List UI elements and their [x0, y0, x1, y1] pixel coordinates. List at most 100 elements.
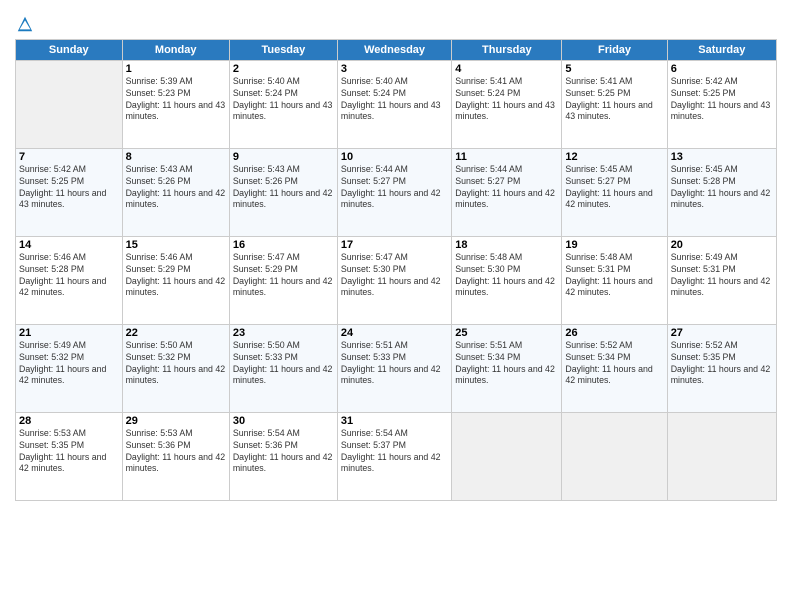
day-number: 31 — [341, 415, 448, 427]
day-info: Sunrise: 5:47 AM Sunset: 5:29 PM Dayligh… — [233, 252, 334, 300]
day-number: 24 — [341, 327, 448, 339]
calendar-cell: 20 Sunrise: 5:49 AM Sunset: 5:31 PM Dayl… — [667, 236, 776, 324]
day-info: Sunrise: 5:42 AM Sunset: 5:25 PM Dayligh… — [19, 164, 119, 212]
day-number: 15 — [126, 239, 226, 251]
calendar-cell: 29 Sunrise: 5:53 AM Sunset: 5:36 PM Dayl… — [122, 412, 229, 500]
day-info: Sunrise: 5:52 AM Sunset: 5:35 PM Dayligh… — [671, 340, 773, 388]
calendar-week-row: 14 Sunrise: 5:46 AM Sunset: 5:28 PM Dayl… — [16, 236, 777, 324]
day-info: Sunrise: 5:48 AM Sunset: 5:30 PM Dayligh… — [455, 252, 558, 300]
calendar-cell: 22 Sunrise: 5:50 AM Sunset: 5:32 PM Dayl… — [122, 324, 229, 412]
day-number: 28 — [19, 415, 119, 427]
day-info: Sunrise: 5:53 AM Sunset: 5:35 PM Dayligh… — [19, 428, 119, 476]
calendar-cell: 4 Sunrise: 5:41 AM Sunset: 5:24 PM Dayli… — [452, 60, 562, 148]
calendar-cell: 5 Sunrise: 5:41 AM Sunset: 5:25 PM Dayli… — [562, 60, 667, 148]
calendar-cell: 7 Sunrise: 5:42 AM Sunset: 5:25 PM Dayli… — [16, 148, 123, 236]
day-number: 6 — [671, 63, 773, 75]
day-info: Sunrise: 5:54 AM Sunset: 5:37 PM Dayligh… — [341, 428, 448, 476]
calendar-cell: 12 Sunrise: 5:45 AM Sunset: 5:27 PM Dayl… — [562, 148, 667, 236]
day-info: Sunrise: 5:44 AM Sunset: 5:27 PM Dayligh… — [455, 164, 558, 212]
calendar-week-row: 21 Sunrise: 5:49 AM Sunset: 5:32 PM Dayl… — [16, 324, 777, 412]
day-info: Sunrise: 5:41 AM Sunset: 5:25 PM Dayligh… — [565, 76, 663, 124]
day-info: Sunrise: 5:44 AM Sunset: 5:27 PM Dayligh… — [341, 164, 448, 212]
day-number: 10 — [341, 151, 448, 163]
day-info: Sunrise: 5:46 AM Sunset: 5:29 PM Dayligh… — [126, 252, 226, 300]
day-number: 22 — [126, 327, 226, 339]
day-info: Sunrise: 5:50 AM Sunset: 5:33 PM Dayligh… — [233, 340, 334, 388]
calendar-cell: 23 Sunrise: 5:50 AM Sunset: 5:33 PM Dayl… — [229, 324, 337, 412]
calendar-cell — [562, 412, 667, 500]
calendar-week-row: 7 Sunrise: 5:42 AM Sunset: 5:25 PM Dayli… — [16, 148, 777, 236]
day-number: 13 — [671, 151, 773, 163]
day-info: Sunrise: 5:48 AM Sunset: 5:31 PM Dayligh… — [565, 252, 663, 300]
day-info: Sunrise: 5:43 AM Sunset: 5:26 PM Dayligh… — [233, 164, 334, 212]
day-number: 5 — [565, 63, 663, 75]
calendar-cell: 3 Sunrise: 5:40 AM Sunset: 5:24 PM Dayli… — [337, 60, 451, 148]
day-header-thursday: Thursday — [452, 39, 562, 60]
calendar-cell — [452, 412, 562, 500]
day-number: 27 — [671, 327, 773, 339]
day-info: Sunrise: 5:50 AM Sunset: 5:32 PM Dayligh… — [126, 340, 226, 388]
day-info: Sunrise: 5:49 AM Sunset: 5:32 PM Dayligh… — [19, 340, 119, 388]
calendar-cell: 24 Sunrise: 5:51 AM Sunset: 5:33 PM Dayl… — [337, 324, 451, 412]
day-info: Sunrise: 5:46 AM Sunset: 5:28 PM Dayligh… — [19, 252, 119, 300]
day-number: 16 — [233, 239, 334, 251]
day-number: 8 — [126, 151, 226, 163]
day-number: 21 — [19, 327, 119, 339]
logo — [15, 14, 36, 34]
calendar-cell: 14 Sunrise: 5:46 AM Sunset: 5:28 PM Dayl… — [16, 236, 123, 324]
day-info: Sunrise: 5:53 AM Sunset: 5:36 PM Dayligh… — [126, 428, 226, 476]
day-info: Sunrise: 5:45 AM Sunset: 5:28 PM Dayligh… — [671, 164, 773, 212]
day-info: Sunrise: 5:41 AM Sunset: 5:24 PM Dayligh… — [455, 76, 558, 124]
calendar-week-row: 1 Sunrise: 5:39 AM Sunset: 5:23 PM Dayli… — [16, 60, 777, 148]
calendar-cell: 15 Sunrise: 5:46 AM Sunset: 5:29 PM Dayl… — [122, 236, 229, 324]
day-info: Sunrise: 5:42 AM Sunset: 5:25 PM Dayligh… — [671, 76, 773, 124]
calendar-cell: 6 Sunrise: 5:42 AM Sunset: 5:25 PM Dayli… — [667, 60, 776, 148]
day-number: 26 — [565, 327, 663, 339]
day-number: 29 — [126, 415, 226, 427]
calendar-cell: 9 Sunrise: 5:43 AM Sunset: 5:26 PM Dayli… — [229, 148, 337, 236]
day-number: 3 — [341, 63, 448, 75]
day-info: Sunrise: 5:54 AM Sunset: 5:36 PM Dayligh… — [233, 428, 334, 476]
day-header-tuesday: Tuesday — [229, 39, 337, 60]
day-number: 23 — [233, 327, 334, 339]
day-info: Sunrise: 5:45 AM Sunset: 5:27 PM Dayligh… — [565, 164, 663, 212]
day-info: Sunrise: 5:43 AM Sunset: 5:26 PM Dayligh… — [126, 164, 226, 212]
day-info: Sunrise: 5:40 AM Sunset: 5:24 PM Dayligh… — [233, 76, 334, 124]
day-info: Sunrise: 5:39 AM Sunset: 5:23 PM Dayligh… — [126, 76, 226, 124]
calendar-cell — [16, 60, 123, 148]
day-info: Sunrise: 5:49 AM Sunset: 5:31 PM Dayligh… — [671, 252, 773, 300]
calendar-cell: 31 Sunrise: 5:54 AM Sunset: 5:37 PM Dayl… — [337, 412, 451, 500]
calendar-cell: 8 Sunrise: 5:43 AM Sunset: 5:26 PM Dayli… — [122, 148, 229, 236]
calendar-cell: 2 Sunrise: 5:40 AM Sunset: 5:24 PM Dayli… — [229, 60, 337, 148]
day-info: Sunrise: 5:40 AM Sunset: 5:24 PM Dayligh… — [341, 76, 448, 124]
day-number: 30 — [233, 415, 334, 427]
calendar-cell: 13 Sunrise: 5:45 AM Sunset: 5:28 PM Dayl… — [667, 148, 776, 236]
day-header-saturday: Saturday — [667, 39, 776, 60]
day-header-friday: Friday — [562, 39, 667, 60]
day-header-wednesday: Wednesday — [337, 39, 451, 60]
calendar-cell: 21 Sunrise: 5:49 AM Sunset: 5:32 PM Dayl… — [16, 324, 123, 412]
calendar-cell: 30 Sunrise: 5:54 AM Sunset: 5:36 PM Dayl… — [229, 412, 337, 500]
calendar-cell: 10 Sunrise: 5:44 AM Sunset: 5:27 PM Dayl… — [337, 148, 451, 236]
day-number: 12 — [565, 151, 663, 163]
day-info: Sunrise: 5:51 AM Sunset: 5:34 PM Dayligh… — [455, 340, 558, 388]
day-number: 20 — [671, 239, 773, 251]
day-header-sunday: Sunday — [16, 39, 123, 60]
day-number: 18 — [455, 239, 558, 251]
day-number: 9 — [233, 151, 334, 163]
calendar-cell: 27 Sunrise: 5:52 AM Sunset: 5:35 PM Dayl… — [667, 324, 776, 412]
day-number: 7 — [19, 151, 119, 163]
calendar-cell: 25 Sunrise: 5:51 AM Sunset: 5:34 PM Dayl… — [452, 324, 562, 412]
day-header-monday: Monday — [122, 39, 229, 60]
calendar-cell: 28 Sunrise: 5:53 AM Sunset: 5:35 PM Dayl… — [16, 412, 123, 500]
calendar-cell: 16 Sunrise: 5:47 AM Sunset: 5:29 PM Dayl… — [229, 236, 337, 324]
day-number: 1 — [126, 63, 226, 75]
calendar-cell: 26 Sunrise: 5:52 AM Sunset: 5:34 PM Dayl… — [562, 324, 667, 412]
day-info: Sunrise: 5:47 AM Sunset: 5:30 PM Dayligh… — [341, 252, 448, 300]
calendar-cell: 17 Sunrise: 5:47 AM Sunset: 5:30 PM Dayl… — [337, 236, 451, 324]
calendar-week-row: 28 Sunrise: 5:53 AM Sunset: 5:35 PM Dayl… — [16, 412, 777, 500]
calendar-header: SundayMondayTuesdayWednesdayThursdayFrid… — [16, 39, 777, 60]
day-number: 17 — [341, 239, 448, 251]
day-number: 25 — [455, 327, 558, 339]
day-number: 19 — [565, 239, 663, 251]
